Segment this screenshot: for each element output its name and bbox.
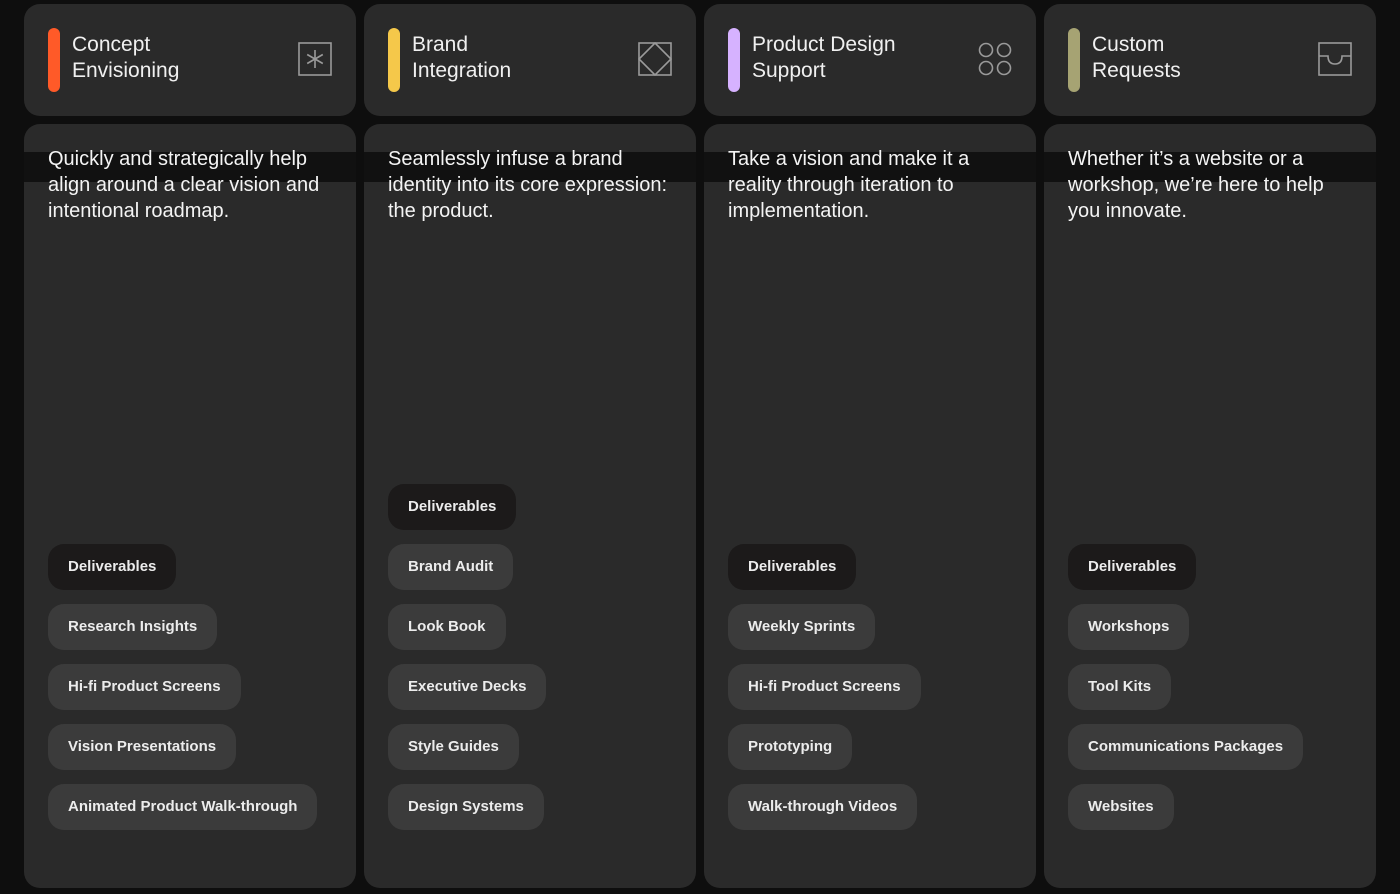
deliverable-pill[interactable]: Look Book bbox=[388, 604, 506, 650]
deliverable-pill[interactable]: Workshops bbox=[1068, 604, 1190, 650]
deliverables-label: Deliverables bbox=[48, 544, 177, 590]
deliverable-pill[interactable]: Hi-fi Product Screens bbox=[728, 664, 921, 710]
service-title: Product Design Support bbox=[752, 33, 896, 82]
accent-bar bbox=[728, 28, 740, 92]
deliverable-pill[interactable]: Design Systems bbox=[388, 784, 544, 830]
service-description: Take a vision and make it a reality thro… bbox=[728, 148, 970, 222]
deliverables-list: Deliverables Weekly Sprints Hi-fi Produc… bbox=[728, 544, 921, 830]
service-title: Concept Envisioning bbox=[72, 33, 180, 82]
deliverable-pill[interactable]: Hi-fi Product Screens bbox=[48, 664, 241, 710]
deliverable-pill[interactable]: Prototyping bbox=[728, 724, 853, 770]
service-description: Seamlessly infuse a brand identity into … bbox=[388, 148, 668, 222]
deliverables-list: Deliverables Brand Audit Look Book Execu… bbox=[388, 484, 547, 830]
deliverables-list: Deliverables Research Insights Hi-fi Pro… bbox=[48, 544, 318, 830]
service-header-card[interactable]: Brand Integration bbox=[364, 4, 696, 116]
diamond-box-icon bbox=[638, 42, 672, 76]
service-column-concept-envisioning: Concept Envisioning Quickly and strategi… bbox=[24, 0, 356, 894]
deliverable-pill[interactable]: Executive Decks bbox=[388, 664, 547, 710]
service-description: Quickly and strategically help align aro… bbox=[48, 148, 320, 222]
deliverable-pill[interactable]: Communications Packages bbox=[1068, 724, 1304, 770]
service-description: Whether it’s a website or a workshop, we… bbox=[1068, 148, 1324, 222]
accent-bar bbox=[1068, 28, 1080, 92]
service-column-custom-requests: Custom Requests Whether it’s a website o… bbox=[1044, 0, 1376, 894]
service-header-card[interactable]: Product Design Support bbox=[704, 4, 1036, 116]
deliverables-label: Deliverables bbox=[1068, 544, 1197, 590]
asterisk-box-icon bbox=[298, 42, 332, 76]
deliverable-pill[interactable]: Animated Product Walk-through bbox=[48, 784, 318, 830]
deliverable-pill[interactable]: Tool Kits bbox=[1068, 664, 1172, 710]
deliverable-pill[interactable]: Style Guides bbox=[388, 724, 519, 770]
deliverables-list: Deliverables Workshops Tool Kits Communi… bbox=[1068, 544, 1304, 830]
service-title: Brand Integration bbox=[412, 33, 512, 82]
accent-bar bbox=[48, 28, 60, 92]
deliverable-pill[interactable]: Weekly Sprints bbox=[728, 604, 876, 650]
service-title: Custom Requests bbox=[1092, 33, 1181, 82]
service-header-card[interactable]: Concept Envisioning bbox=[24, 4, 356, 116]
service-column-brand-integration: Brand Integration Seamlessly infuse a br… bbox=[364, 0, 696, 894]
service-column-product-design-support: Product Design Support Take a vision and… bbox=[704, 0, 1036, 894]
deliverable-pill[interactable]: Websites bbox=[1068, 784, 1174, 830]
deliverable-pill[interactable]: Walk-through Videos bbox=[728, 784, 918, 830]
deliverable-pill[interactable]: Vision Presentations bbox=[48, 724, 237, 770]
deliverables-label: Deliverables bbox=[728, 544, 857, 590]
accent-bar bbox=[388, 28, 400, 92]
deliverable-pill[interactable]: Brand Audit bbox=[388, 544, 514, 590]
deliverable-pill[interactable]: Research Insights bbox=[48, 604, 218, 650]
four-circles-icon bbox=[978, 42, 1012, 76]
deliverables-label: Deliverables bbox=[388, 484, 517, 530]
service-header-card[interactable]: Custom Requests bbox=[1044, 4, 1376, 116]
tray-icon bbox=[1318, 42, 1352, 76]
